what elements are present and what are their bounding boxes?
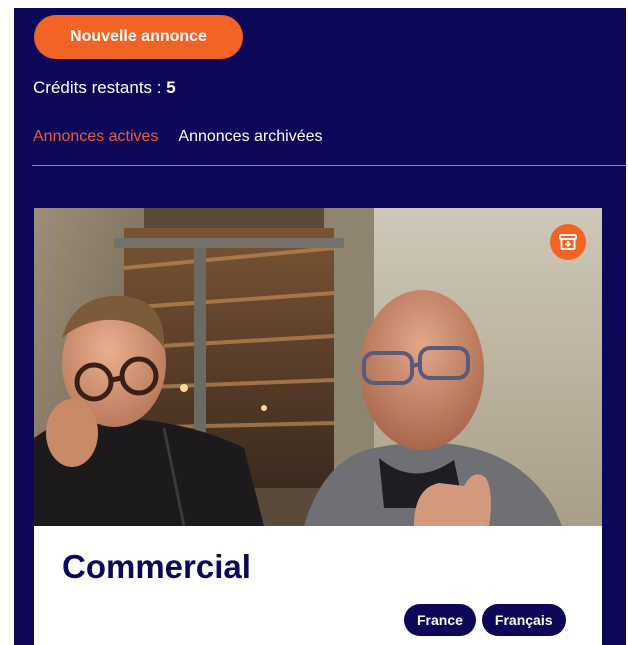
tag-country: France [404,604,476,636]
tab-active-listings[interactable]: Annonces actives [33,128,158,146]
listing-photo [34,208,602,526]
new-listing-button[interactable]: Nouvelle annonce [34,15,243,59]
tab-archived-listings[interactable]: Annonces archivées [178,128,322,146]
credits-value: 5 [166,78,176,97]
credits-remaining: Crédits restants : 5 [33,78,176,98]
credits-label: Crédits restants : [33,78,167,97]
listing-card[interactable]: Commercial France Français [34,208,602,645]
tabs-divider [32,165,626,166]
archive-button[interactable] [550,224,586,260]
listing-tabs: Annonces actives Annonces archivées [33,128,323,146]
app-panel: Nouvelle annonce Crédits restants : 5 An… [14,8,626,645]
listing-tags: France Français [404,604,566,636]
archive-icon [559,234,577,250]
tag-language: Français [481,604,566,636]
listing-title: Commercial [62,548,251,585]
